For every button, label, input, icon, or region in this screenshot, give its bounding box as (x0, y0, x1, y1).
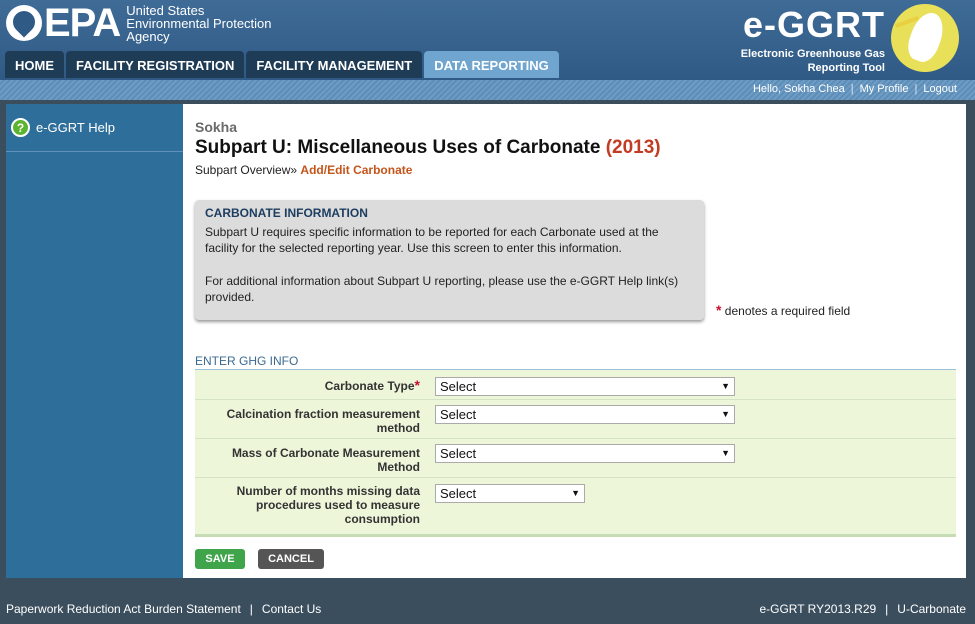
select-value: Select (440, 407, 477, 422)
facility-name: Sokha (195, 119, 238, 135)
chevron-down-icon: ▼ (721, 381, 730, 391)
select-value: Select (440, 379, 477, 394)
tab-facility-registration[interactable]: FACILITY REGISTRATION (66, 51, 245, 78)
form-row: Calcination fraction measurement method … (195, 400, 956, 439)
screen-id: U-Carbonate (897, 602, 966, 616)
info-paragraph-1: Subpart U requires specific information … (205, 225, 659, 255)
field-label-mass-of-carbonate: Mass of Carbonate Measurement Method (231, 446, 420, 474)
form-row: Mass of Carbonate Measurement Method Sel… (195, 439, 956, 478)
field-label-text: Carbonate Type (324, 379, 415, 393)
epa-line-3: Agency (126, 28, 170, 44)
calcination-method-select[interactable]: Select ▼ (435, 405, 735, 424)
chevron-down-icon: ▼ (721, 409, 730, 419)
epa-logo[interactable]: EPA United States Environmental Protecti… (6, 1, 272, 45)
field-label-calcination-fraction: Calcination fraction measurement method (226, 407, 420, 435)
required-note-text: denotes a required field (724, 304, 851, 318)
chevron-down-icon: ▼ (571, 488, 580, 498)
breadcrumb: Subpart Overview» Add/Edit Carbonate (195, 163, 412, 177)
header: EPA United States Environmental Protecti… (0, 0, 975, 80)
version-label: e-GGRT RY2013.R29 (759, 602, 877, 616)
main-nav: HOME FACILITY REGISTRATION FACILITY MANA… (5, 51, 561, 78)
sidebar-item-label: e-GGRT Help (36, 120, 115, 135)
page-title-text: Subpart U: Miscellaneous Uses of Carbona… (195, 137, 601, 158)
form-buttons: SAVE CANCEL (195, 549, 324, 569)
required-note: * denotes a required field (716, 302, 850, 318)
reporting-year: (2013) (605, 137, 661, 158)
my-profile-link[interactable]: My Profile (860, 83, 909, 95)
divider: | (850, 83, 854, 95)
paperwork-link[interactable]: Paperwork Reduction Act Burden Statement (6, 602, 241, 616)
select-value: Select (440, 446, 477, 461)
epa-agency-name: United States Environmental Protection A… (126, 4, 271, 43)
sidebar: ? e-GGRT Help (6, 104, 183, 578)
chevron-down-icon: ▼ (721, 448, 730, 458)
eggrt-logo[interactable]: e-GGRT Electronic Greenhouse Gas Reporti… (725, 4, 965, 76)
field-label-missing-months: Number of months missing data procedures… (236, 484, 420, 526)
breadcrumb-separator: » (290, 163, 298, 177)
breadcrumb-subpart-overview[interactable]: Subpart Overview (195, 163, 290, 177)
epa-flower-icon (6, 5, 42, 41)
tab-home[interactable]: HOME (5, 51, 64, 78)
info-box: CARBONATE INFORMATION Subpart U requires… (195, 200, 704, 320)
contact-link[interactable]: Contact Us (262, 602, 321, 616)
required-asterisk: * (414, 377, 420, 393)
help-icon: ? (11, 118, 30, 137)
eggrt-subtitle: Electronic Greenhouse Gas Reporting Tool (741, 47, 885, 75)
missing-months-select[interactable]: Select ▼ (435, 484, 585, 503)
form-row: Number of months missing data procedures… (195, 478, 956, 534)
footer: Paperwork Reduction Act Burden Statement… (0, 596, 975, 624)
info-heading: CARBONATE INFORMATION (205, 206, 368, 220)
main-content: Sokha Subpart U: Miscellaneous Uses of C… (183, 104, 966, 578)
user-greeting: Hello, Sokha Chea (752, 83, 845, 95)
info-paragraph-2: For additional information about Subpart… (205, 274, 679, 304)
epa-line-1: United States (126, 2, 205, 18)
logout-link[interactable]: Logout (923, 83, 957, 95)
footer-info: e-GGRT RY2013.R29 | U-Carbonate (759, 602, 966, 616)
sidebar-item-help[interactable]: ? e-GGRT Help (6, 104, 183, 152)
carbonate-type-select[interactable]: Select ▼ (435, 377, 735, 396)
egret-bird-icon (891, 4, 959, 72)
divider: | (885, 602, 889, 616)
tab-data-reporting[interactable]: DATA REPORTING (424, 51, 559, 78)
epa-wordmark: EPA (44, 1, 121, 45)
tab-facility-management[interactable]: FACILITY MANAGEMENT (246, 51, 423, 78)
field-label-carbonate-type: Carbonate Type* (190, 378, 420, 393)
epa-line-2: Environmental Protection (126, 15, 272, 31)
breadcrumb-current: Add/Edit Carbonate (300, 163, 413, 177)
footer-links: Paperwork Reduction Act Burden Statement… (6, 602, 321, 616)
divider: | (249, 602, 253, 616)
user-bar: Hello, Sokha Chea | My Profile | Logout (0, 80, 975, 100)
save-button[interactable]: SAVE (195, 549, 245, 569)
eggrt-sub-line-1: Electronic Greenhouse Gas (740, 48, 885, 60)
eggrt-title: e-GGRT (742, 4, 885, 45)
ghg-form: Carbonate Type* Select ▼ Calcination fra… (195, 370, 956, 537)
cancel-button[interactable]: CANCEL (258, 549, 324, 569)
section-heading: ENTER GHG INFO (195, 354, 956, 370)
mass-method-select[interactable]: Select ▼ (435, 444, 735, 463)
eggrt-sub-line-2: Reporting Tool (807, 62, 885, 74)
page-title: Subpart U: Miscellaneous Uses of Carbona… (195, 137, 661, 159)
required-asterisk: * (716, 302, 722, 318)
select-value: Select (440, 486, 477, 501)
divider: | (914, 83, 918, 95)
form-row: Carbonate Type* Select ▼ (195, 370, 956, 400)
user-links: Hello, Sokha Chea | My Profile | Logout (753, 83, 957, 95)
